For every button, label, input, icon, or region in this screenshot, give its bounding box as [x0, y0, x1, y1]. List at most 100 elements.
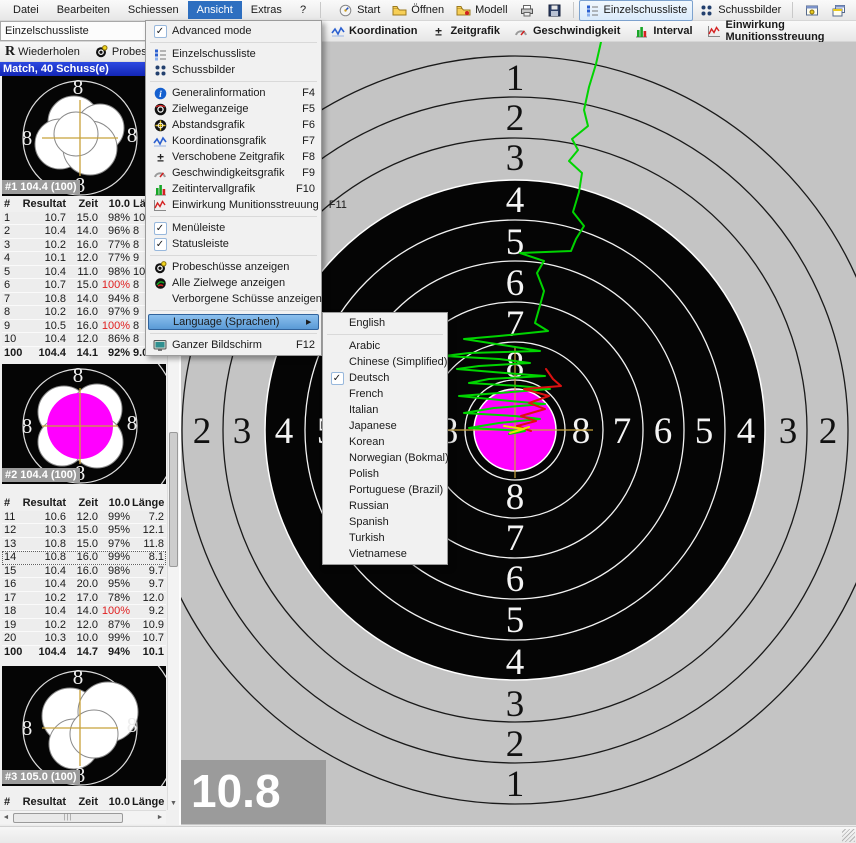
- menu-item-ganzer-bildschirm[interactable]: Ganzer BildschirmF12: [148, 337, 319, 353]
- toolbar-button-einzelschussliste[interactable]: Einzelschussliste: [579, 0, 694, 21]
- table-row[interactable]: 1110.612.099%7.2: [2, 511, 166, 525]
- menu-item-chinese-simplified[interactable]: Chinese (Simplified): [325, 354, 445, 370]
- repeat-button[interactable]: R Wiederholen: [2, 45, 83, 59]
- table-cell: 11.8: [132, 538, 166, 552]
- menu-item-advanced-mode[interactable]: ✓Advanced mode: [148, 23, 319, 39]
- table-row[interactable]: 310.216.077%8: [2, 239, 166, 253]
- table-header-row[interactable]: #ResultatZeit10.0Läng: [2, 198, 166, 212]
- menu-item-zielweganzeige[interactable]: ZielweganzeigeF5: [148, 101, 319, 117]
- menu-item-vietnamese[interactable]: Vietnamese: [325, 546, 445, 562]
- table-header-row[interactable]: #ResultatZeit10.0Länge: [2, 796, 166, 810]
- horizontal-scrollbar[interactable]: ◄ ||| ►: [0, 810, 166, 824]
- menu-item-zeitintervallgrafik[interactable]: ZeitintervallgrafikF10: [148, 181, 319, 197]
- menubar-item-datei[interactable]: Datei: [4, 1, 48, 19]
- table-header-row[interactable]: #ResultatZeit10.0Länge: [2, 497, 166, 511]
- menu-item-italian[interactable]: Italian: [325, 402, 445, 418]
- menubar-item-schiessen[interactable]: Schiessen: [119, 1, 188, 19]
- vertical-scroll-thumb[interactable]: [169, 432, 178, 567]
- menu-separator: [150, 333, 317, 334]
- menu-item-geschwindigkeitsgrafik[interactable]: GeschwindigkeitsgrafikF9: [148, 165, 319, 181]
- repeat-label: Wiederholen: [18, 46, 80, 58]
- table-row[interactable]: 1510.416.098%9.7: [2, 565, 166, 579]
- menu-item-abstandsgrafik[interactable]: AbstandsgrafikF6: [148, 117, 319, 133]
- menu-item-norwegian-bokmal[interactable]: Norwegian (Bokmal): [325, 450, 445, 466]
- table-row[interactable]: 810.216.097%9: [2, 306, 166, 320]
- resize-grip-icon[interactable]: [842, 829, 855, 842]
- target-thumbnail-3[interactable]: 8888 #3 105.0 (100): [2, 666, 166, 786]
- menu-item-spanish[interactable]: Spanish: [325, 514, 445, 530]
- toolbar-button-schussbilder[interactable]: Schussbilder: [693, 0, 787, 21]
- graph-button-einwirkung-munitionsstreuung[interactable]: Einwirkung Munitionsstreuung: [707, 19, 856, 43]
- menubar-item-bearbeiten[interactable]: Bearbeiten: [48, 1, 119, 19]
- graph-button-zeitgrafik[interactable]: ±Zeitgrafik: [431, 24, 500, 38]
- table-row[interactable]: 910.516.0100%8: [2, 320, 166, 334]
- table-row[interactable]: 710.814.094%8: [2, 293, 166, 307]
- menu-item-arabic[interactable]: Arabic: [325, 338, 445, 354]
- scroll-right-icon[interactable]: ►: [154, 814, 166, 821]
- target-thumbnail-1[interactable]: 8888 #1 104.4 (100): [2, 76, 166, 196]
- table-total-row[interactable]: 100104.414.794%10.1: [2, 646, 166, 660]
- window-button-1[interactable]: [798, 0, 825, 21]
- menu-item-schussbilder[interactable]: Schussbilder: [148, 62, 319, 78]
- scroll-down-icon[interactable]: ▼: [168, 798, 179, 810]
- menu-item-statusleiste[interactable]: ✓Statusleiste: [148, 236, 319, 252]
- scroll-left-icon[interactable]: ◄: [0, 814, 12, 821]
- menubar-item-extras[interactable]: Extras: [242, 1, 291, 19]
- window-button-2[interactable]: [825, 0, 852, 21]
- menu-item-alle-zielwege-anzeigen[interactable]: Alle Zielwege anzeigen: [148, 275, 319, 291]
- table-row[interactable]: 1410.816.099%8.1: [2, 551, 166, 565]
- table-row[interactable]: 1310.815.097%11.8: [2, 538, 166, 552]
- menu-item-japanese[interactable]: Japanese: [325, 418, 445, 434]
- table-cell: 10.4: [22, 225, 68, 239]
- table-row[interactable]: 1210.315.095%12.1: [2, 524, 166, 538]
- table-total-row[interactable]: 100104.414.192%9.0: [2, 347, 166, 361]
- menu-item-turkish[interactable]: Turkish: [325, 530, 445, 546]
- target-thumbnail-2[interactable]: 8888 #2 104.4 (100): [2, 364, 166, 484]
- table-cell: 5: [2, 266, 22, 280]
- menu-item-verborgene-schusse-anzeigen[interactable]: Verborgene Schüsse anzeigen: [148, 291, 319, 307]
- menu-item-probeschusse-anzeigen[interactable]: Probeschüsse anzeigen: [148, 259, 319, 275]
- toolbar-button-offnen[interactable]: Öffnen: [386, 0, 450, 21]
- menu-item-verschobene-zeitgrafik[interactable]: ±Verschobene ZeitgrafikF8: [148, 149, 319, 165]
- table-row[interactable]: 2010.310.099%10.7: [2, 632, 166, 646]
- menu-item-menuleiste[interactable]: ✓Menüleiste: [148, 220, 319, 236]
- table-row[interactable]: 210.414.096%8: [2, 225, 166, 239]
- print-button[interactable]: [514, 0, 541, 21]
- menubar-item-ansicht[interactable]: Ansicht: [188, 1, 242, 19]
- table-row[interactable]: 410.112.077%9: [2, 252, 166, 266]
- table-row[interactable]: 1010.412.086%8: [2, 333, 166, 347]
- table-row[interactable]: 1710.217.078%12.0: [2, 592, 166, 606]
- save-button[interactable]: [541, 0, 568, 21]
- menu-item-polish[interactable]: Polish: [325, 466, 445, 482]
- menu-item-koordinationsgrafik[interactable]: KoordinationsgrafikF7: [148, 133, 319, 149]
- table-row[interactable]: 510.411.098%10: [2, 266, 166, 280]
- graph-button-koordination[interactable]: Koordination: [330, 24, 417, 38]
- menu-item-portuguese-brazil[interactable]: Portuguese (Brazil): [325, 482, 445, 498]
- menu-item-einzelschussliste[interactable]: Einzelschussliste: [148, 46, 319, 62]
- menu-item-french[interactable]: French: [325, 386, 445, 402]
- info-icon: i: [153, 86, 168, 100]
- toolbar-button-start[interactable]: Start: [332, 0, 386, 21]
- horizontal-scroll-thumb[interactable]: |||: [13, 813, 123, 823]
- table-cell: 12.0: [68, 619, 100, 633]
- svg-text:5: 5: [695, 411, 714, 452]
- menu-item-korean[interactable]: Korean: [325, 434, 445, 450]
- menu-item-english[interactable]: English: [325, 315, 445, 331]
- table-row[interactable]: 110.715.098%10: [2, 212, 166, 226]
- toolbar-button-modell[interactable]: Modell: [450, 0, 513, 21]
- table-row[interactable]: 1910.212.087%10.9: [2, 619, 166, 633]
- graph-button-interval[interactable]: Interval: [634, 24, 692, 38]
- menu-item-generalinformation[interactable]: iGeneralinformationF4: [148, 85, 319, 101]
- menubar-item-[interactable]: ?: [291, 1, 315, 19]
- menu-item-deutsch[interactable]: ✓Deutsch: [325, 370, 445, 386]
- table-row[interactable]: 610.715.0100%8: [2, 279, 166, 293]
- table-row[interactable]: 1610.420.095%9.7: [2, 578, 166, 592]
- menu-item-einwirkung-munitionsstreuung[interactable]: Einwirkung MunitionsstreuungF11: [148, 197, 319, 213]
- menu-item-language-sprachen[interactable]: Language (Sprachen)▶: [148, 314, 319, 330]
- menu-item-russian[interactable]: Russian: [325, 498, 445, 514]
- menu-item-label: Probeschüsse anzeigen: [172, 261, 289, 273]
- table-row[interactable]: 1810.414.0100%9.2: [2, 605, 166, 619]
- table-cell: 10.8: [22, 551, 68, 565]
- graph-button-geschwindigkeit[interactable]: Geschwindigkeit: [514, 24, 620, 38]
- table-cell: 15.0: [68, 524, 100, 538]
